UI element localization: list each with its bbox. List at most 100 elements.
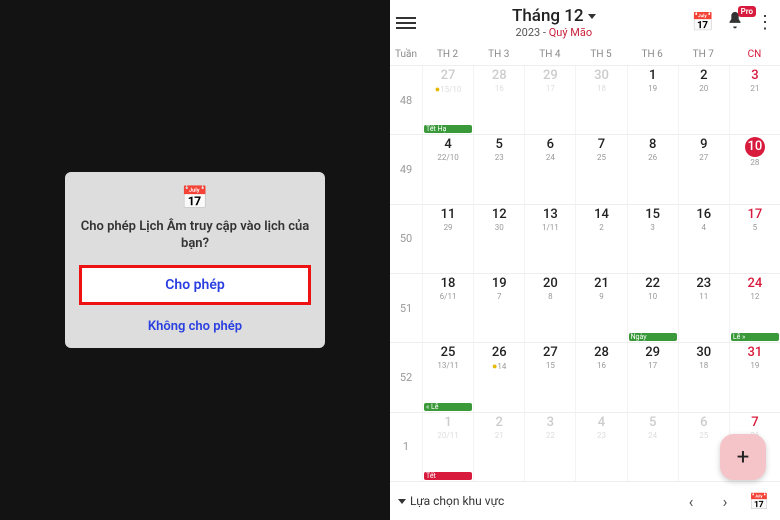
day-cell[interactable]: 153 — [627, 205, 678, 273]
day-number: 13 — [527, 207, 573, 222]
day-cell[interactable]: 1028 — [729, 135, 780, 203]
day-cell[interactable]: 2210Ngày — [627, 274, 678, 342]
lunar-date: 2 — [578, 223, 624, 232]
chevron-down-icon — [398, 499, 406, 504]
day-number: 7 — [732, 415, 778, 430]
event-tag: Lễ » — [731, 333, 779, 341]
day-number: 8 — [630, 137, 676, 152]
day-cell[interactable]: 175 — [729, 205, 780, 273]
day-number: 6 — [527, 137, 573, 152]
lunar-date: 4 — [681, 223, 727, 232]
day-cell[interactable]: 2917 — [627, 343, 678, 411]
day-number: 24 — [732, 276, 778, 291]
prev-month-button[interactable]: ‹ — [678, 488, 704, 514]
day-number: 15 — [630, 207, 676, 222]
month-selector[interactable]: Tháng 12 2023 - Quý Mão — [422, 6, 686, 39]
day-number: 3 — [732, 68, 778, 83]
day-cell[interactable]: 2816 — [575, 343, 626, 411]
day-number: 5 — [630, 415, 676, 430]
day-number: 14 — [578, 207, 624, 222]
calendar-icon: 📅 — [65, 186, 325, 211]
week-num: 52 — [390, 342, 422, 411]
day-cell[interactable]: 3018 — [678, 343, 729, 411]
lunar-date: 24 — [630, 431, 676, 440]
day-cell[interactable]: 1230 — [473, 205, 524, 273]
day-cell[interactable]: 927 — [678, 135, 729, 203]
day-number: 1 — [630, 68, 676, 83]
lunar-date: 23 — [578, 431, 624, 440]
day-cell[interactable]: 27●15/10Tết Hạ — [422, 66, 473, 134]
day-cell[interactable]: 2816 — [473, 66, 524, 134]
day-cell[interactable]: 524 — [627, 413, 678, 481]
lunar-date: 29 — [425, 223, 471, 232]
day-cell[interactable]: 3018 — [575, 66, 626, 134]
day-number: 3 — [527, 415, 573, 430]
region-selector[interactable]: Lựa chọn khu vực — [398, 494, 670, 508]
add-event-fab[interactable]: + — [720, 434, 766, 480]
permission-overlay: 📅 Cho phép Lịch Âm truy cập vào lịch của… — [0, 0, 390, 520]
day-cell[interactable]: 208 — [524, 274, 575, 342]
day-cell[interactable]: 2513/11« Lễ — [422, 343, 473, 411]
day-cell[interactable]: 422/10 — [422, 135, 473, 203]
calendar-app: Tháng 12 2023 - Quý Mão 📅 Pro ⋮ Tuần 48 … — [390, 0, 780, 520]
calendar-view-icon[interactable]: 📅 — [746, 488, 772, 514]
dow-label: TH 3 — [473, 43, 524, 65]
day-cell[interactable]: 186/11 — [422, 274, 473, 342]
week-num: 51 — [390, 273, 422, 342]
days-grid: TH 2TH 3TH 4TH 5TH 6TH 7CN 27●15/10Tết H… — [422, 43, 780, 481]
lunar-date: 9 — [578, 292, 624, 301]
day-cell[interactable]: 119 — [627, 66, 678, 134]
day-number: 22 — [630, 276, 676, 291]
day-cell[interactable]: 120/11Tết — [422, 413, 473, 481]
region-label: Lựa chọn khu vực — [410, 494, 504, 508]
day-cell[interactable]: 220 — [678, 66, 729, 134]
day-cell[interactable]: 2715 — [524, 343, 575, 411]
day-cell[interactable]: 142 — [575, 205, 626, 273]
day-cell[interactable]: 3119 — [729, 343, 780, 411]
day-number: 2 — [681, 68, 727, 83]
day-cell[interactable]: 423 — [575, 413, 626, 481]
week-row: 186/111972082192210Ngày23112412Lễ » — [422, 273, 780, 342]
week-num: 48 — [390, 65, 422, 134]
lunar-date: 5 — [732, 223, 778, 232]
day-cell[interactable]: 197 — [473, 274, 524, 342]
notification-icon[interactable]: Pro — [724, 10, 746, 36]
day-cell[interactable]: 26●14 — [473, 343, 524, 411]
more-icon[interactable]: ⋮ — [756, 12, 774, 33]
day-cell[interactable]: 2412Lễ » — [729, 274, 780, 342]
day-cell[interactable]: 1129 — [422, 205, 473, 273]
lunar-date: 22 — [527, 431, 573, 440]
day-number: 29 — [527, 68, 573, 83]
week-number-column: Tuần 48 49 50 51 52 1 — [390, 43, 422, 481]
day-cell[interactable]: 221 — [473, 413, 524, 481]
lunar-date: 25 — [681, 431, 727, 440]
today-icon[interactable]: 📅 — [692, 12, 714, 33]
lunar-date: 21 — [476, 431, 522, 440]
dow-label: TH 7 — [678, 43, 729, 65]
deny-button[interactable]: Không cho phép — [65, 313, 325, 340]
menu-icon[interactable] — [396, 17, 416, 29]
event-tag: Ngày — [629, 333, 677, 341]
lunar-date: 3 — [630, 223, 676, 232]
lunar-date: 27 — [681, 153, 727, 162]
calendar-grid: Tuần 48 49 50 51 52 1 TH 2TH 3TH 4TH 5TH… — [390, 43, 780, 481]
day-cell[interactable]: 826 — [627, 135, 678, 203]
day-number: 28 — [578, 345, 624, 360]
day-cell[interactable]: 131/11 — [524, 205, 575, 273]
day-number: 31 — [732, 345, 778, 360]
day-cell[interactable]: 321 — [729, 66, 780, 134]
day-cell[interactable]: 219 — [575, 274, 626, 342]
lunar-date: 16 — [578, 361, 624, 370]
day-cell[interactable]: 725 — [575, 135, 626, 203]
week-row: 422/105236247258269271028 — [422, 134, 780, 203]
day-number: 12 — [476, 207, 522, 222]
allow-button[interactable]: Cho phép — [79, 265, 311, 305]
day-cell[interactable]: 2311 — [678, 274, 729, 342]
next-month-button[interactable]: › — [712, 488, 738, 514]
day-cell[interactable]: 322 — [524, 413, 575, 481]
lunar-date: 20/11 — [425, 431, 471, 440]
day-cell[interactable]: 2917 — [524, 66, 575, 134]
day-cell[interactable]: 164 — [678, 205, 729, 273]
day-cell[interactable]: 523 — [473, 135, 524, 203]
day-cell[interactable]: 624 — [524, 135, 575, 203]
